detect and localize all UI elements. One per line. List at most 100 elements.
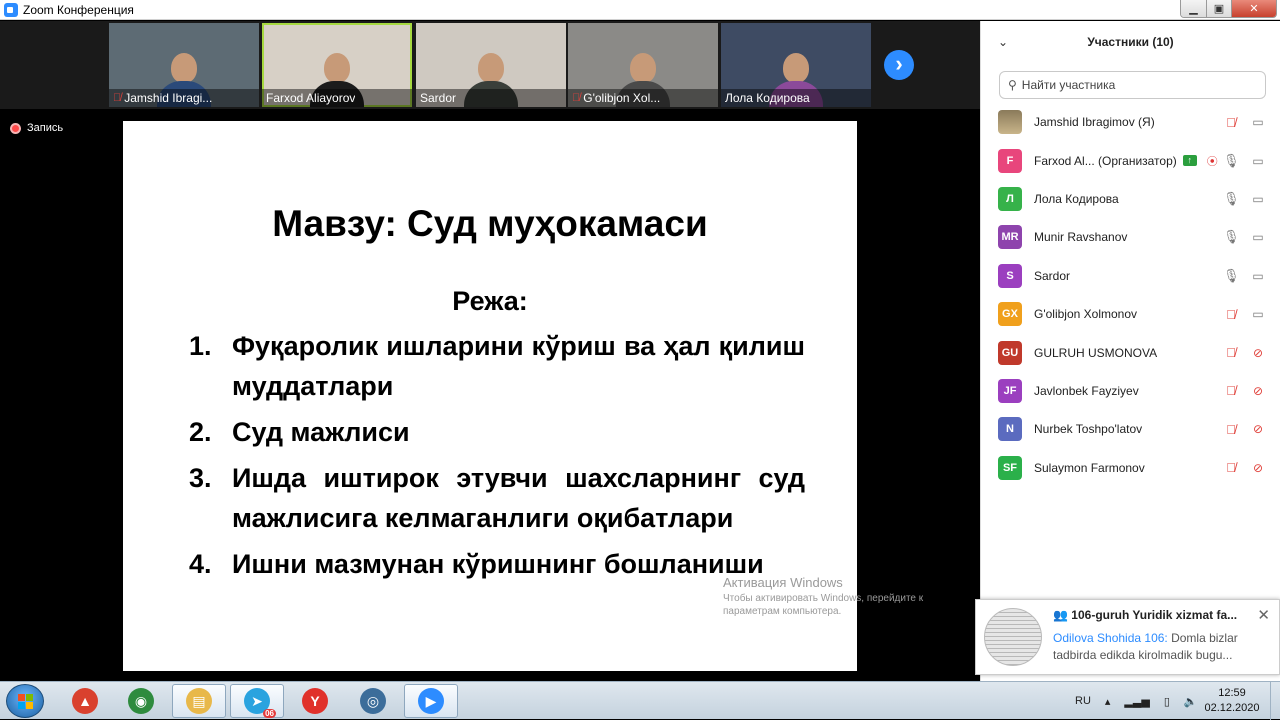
zoom-taskbar-button[interactable]: ▶ (404, 684, 458, 718)
explorer-taskbar-button[interactable]: ▤ (172, 684, 226, 718)
participant-controls: 🎙 ▭ (1223, 141, 1267, 179)
camera-off-icon[interactable]: ⊘ (1249, 346, 1267, 360)
participant-controls: 🎙̸ ▭ (1223, 103, 1267, 141)
next-page-button[interactable]: › (884, 50, 914, 80)
participant-controls: 🎙 ▭ (1223, 218, 1267, 256)
participant-name: Лола Кодирова (1034, 191, 1119, 206)
telegram-taskbar-button[interactable]: ➤ 06 (230, 684, 284, 718)
chat-notification[interactable]: 👥 106-guruh Yuridik xizmat fa... ✕ Odilo… (975, 599, 1280, 675)
participant-row[interactable]: Jamshid Ibragimov (Я) 🎙̸ ▭ (981, 103, 1280, 141)
mic-icon[interactable]: 🎙 (1223, 153, 1240, 169)
camera-icon[interactable]: ▭ (1249, 192, 1267, 206)
collapse-chevron-icon[interactable]: ⌄ (998, 35, 1008, 49)
video-thumbnail[interactable]: 🎙̸ G'olibjon Xol... (568, 23, 718, 107)
participant-row[interactable]: N Nurbek Toshpo'latov 🎙̸ ⊘ (981, 410, 1280, 448)
participant-row[interactable]: GX G'olibjon Xolmonov 🎙̸ ▭ (981, 295, 1280, 333)
camera-icon[interactable]: ▭ (1249, 115, 1267, 129)
thumbnail-name: Jamshid Ibragi... (124, 91, 213, 105)
participants-title: Участники (10) (1087, 35, 1174, 49)
yandex-icon: Y (302, 688, 328, 714)
clock-date: 02.12.2020 (1204, 702, 1260, 714)
avatar: N (998, 417, 1022, 442)
camera-icon[interactable]: ▭ (1249, 154, 1267, 168)
video-thumbnail[interactable]: 🎙̸ Jamshid Ibragi... (109, 23, 259, 107)
mic-muted-icon[interactable]: 🎙̸ (1223, 422, 1239, 437)
maximize-button[interactable]: ▣ (1207, 0, 1232, 17)
recording-indicator[interactable]: Запись (10, 122, 63, 134)
mic-muted-icon[interactable]: 🎙̸ (1223, 115, 1239, 130)
tray-arrow-icon[interactable]: ▴ (1105, 695, 1111, 708)
thumbnail-name-row: Sardor (416, 89, 566, 107)
thumbnail-name-row: Farxod Aliayorov (262, 89, 412, 107)
signal-icon[interactable]: ▂▃▅ (1124, 695, 1149, 708)
participant-row[interactable]: JF Javlonbek Fayziyev 🎙̸ ⊘ (981, 372, 1280, 410)
window-controls: ▁ ▣ ✕ (1180, 0, 1277, 18)
start-button[interactable] (6, 684, 44, 718)
close-button[interactable]: ✕ (1232, 0, 1276, 17)
participant-row[interactable]: GU GULRUH USMONOVA 🎙̸ ⊘ (981, 333, 1280, 371)
participant-row[interactable]: F Farxod Al... (Организатор) ↑ ⦿ 🎙 ▭ (981, 141, 1280, 179)
avatar: Л (998, 186, 1022, 211)
camera-icon[interactable]: ▭ (1249, 230, 1267, 244)
notification-sender: Odilova Shohida 106: (1053, 631, 1168, 645)
notification-close-icon[interactable]: ✕ (1257, 606, 1270, 624)
taskbar-clock[interactable]: 12:59 02.12.2020 (1200, 686, 1264, 716)
participant-row[interactable]: S Sardor 🎙 ▭ (981, 257, 1280, 295)
participant-name: Javlonbek Fayziyev (1034, 383, 1139, 398)
participant-search[interactable]: ⚲ (999, 71, 1266, 99)
video-thumbnail[interactable]: Sardor (416, 23, 566, 107)
mic-muted-icon[interactable]: 🎙̸ (1223, 307, 1239, 322)
mic-muted-icon[interactable]: 🎙̸ (1223, 460, 1239, 475)
mic-muted-icon[interactable]: 🎙̸ (1223, 345, 1239, 360)
camera-off-icon[interactable]: ⊘ (1249, 461, 1267, 475)
video-thumbnail[interactable]: Лола Кодирова (721, 23, 871, 107)
chrome-taskbar-button[interactable]: ◉ (114, 684, 168, 718)
thumbnail-name: Sardor (420, 91, 457, 105)
yandex-taskbar-button[interactable]: Y (288, 684, 342, 718)
camera-icon[interactable]: ▭ (1249, 307, 1267, 321)
slide-subtitle: Режа: (452, 286, 528, 316)
system-tray: RU ▴ ▂▃▅ ▯ 🔈 (1075, 682, 1198, 720)
window-titlebar: Zoom Конференция ▁ ▣ ✕ (0, 0, 1280, 20)
slide-item-text: Суд мажлиси (232, 417, 410, 447)
participant-controls: 🎙̸ ⊘ (1223, 372, 1267, 410)
show-desktop-button[interactable] (1270, 682, 1280, 720)
telegram-icon: ➤ 06 (244, 688, 276, 718)
video-thumbnail[interactable]: Farxod Aliayorov (262, 23, 412, 107)
avatar: SF (998, 455, 1022, 480)
mic-muted-icon[interactable]: 🎙̸ (1223, 383, 1239, 398)
participants-header: ⌄ Участники (10) (981, 21, 1280, 63)
thumbnail-name: Лола Кодирова (725, 91, 810, 105)
slide-item-number: 3. (189, 463, 212, 493)
clock-time: 12:59 (1218, 687, 1246, 699)
camera-icon[interactable]: ▭ (1249, 269, 1267, 283)
chrome-icon: ◉ (128, 688, 154, 714)
mic-icon[interactable]: 🎙 (1223, 229, 1240, 245)
thumbnail-name-row: Лола Кодирова (721, 89, 871, 107)
camera-off-icon[interactable]: ⊘ (1249, 422, 1267, 436)
camera-off-icon[interactable]: ⊘ (1249, 384, 1267, 398)
webcam-taskbar-button[interactable]: ◎ (346, 684, 400, 718)
windows-activation-text: Чтобы активировать Windows, перейдите к … (723, 593, 924, 617)
mic-icon[interactable]: 🎙 (1223, 191, 1240, 207)
mic-icon[interactable]: 🎙 (1223, 268, 1240, 284)
windows-logo-icon (18, 694, 33, 709)
muted-mic-icon: 🎙̸ (572, 92, 581, 104)
participant-row[interactable]: Л Лола Кодирова 🎙 ▭ (981, 180, 1280, 218)
battery-icon[interactable]: ▯ (1164, 695, 1170, 708)
volume-icon[interactable]: 🔈 (1184, 695, 1198, 708)
muted-mic-icon: 🎙̸ (113, 92, 122, 104)
telegram-badge: 06 (263, 709, 276, 718)
thumbnail-name: Farxod Aliayorov (266, 91, 356, 105)
winrar-taskbar-button[interactable]: ▲ (58, 684, 112, 718)
search-icon: ⚲ (1008, 78, 1017, 92)
participant-row[interactable]: MR Munir Ravshanov 🎙 ▭ (981, 218, 1280, 256)
avatar: F (998, 148, 1022, 173)
zoom-app-icon (4, 2, 18, 17)
participant-row[interactable]: SF Sulaymon Farmonov 🎙̸ ⊘ (981, 449, 1280, 487)
participant-search-input[interactable] (1021, 78, 1242, 92)
minimize-button[interactable]: ▁ (1181, 0, 1207, 17)
language-indicator[interactable]: RU (1075, 695, 1091, 707)
slide-item-number: 1. (189, 331, 212, 361)
slide-list-item: 3. Ишда иштирок этувчи шахсларнинг суд ма… (189, 458, 805, 538)
